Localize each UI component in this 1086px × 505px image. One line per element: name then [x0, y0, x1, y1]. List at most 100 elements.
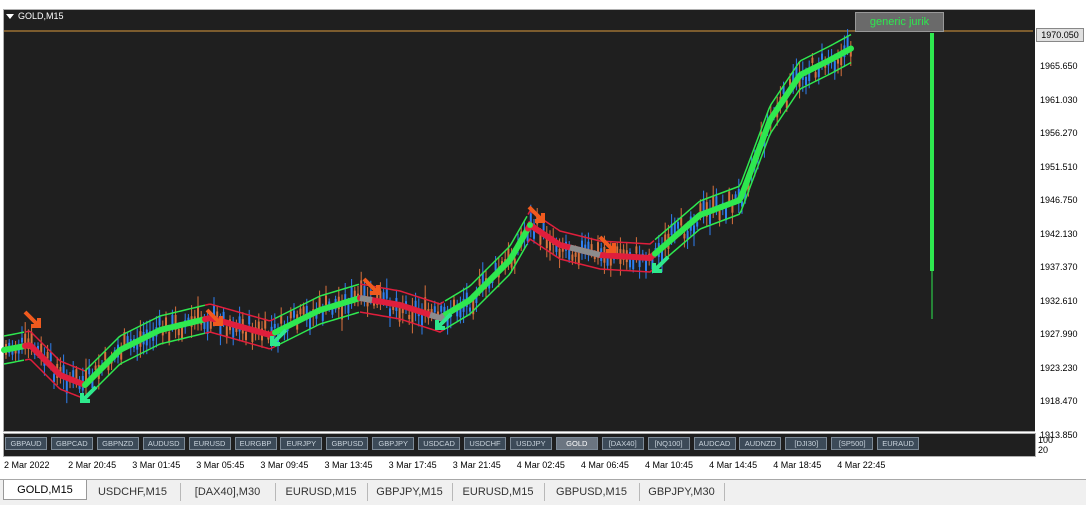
candle-body: [325, 295, 327, 305]
candle-body: [821, 53, 823, 60]
candle-body: [318, 297, 321, 308]
price-level-label: 1937.370: [1040, 262, 1078, 272]
jurik-dot: [704, 209, 710, 216]
jurik-neutral-segment: [429, 311, 446, 322]
candle-body: [53, 374, 55, 383]
candle-body: [542, 223, 545, 231]
symbol-button[interactable]: GOLD: [555, 437, 598, 450]
jurik-dot: [520, 234, 526, 241]
jurik-dot: [753, 154, 759, 161]
symbol-button[interactable]: USDCHF: [464, 437, 506, 450]
symbol-button[interactable]: AUDUSD: [142, 437, 185, 450]
chart-canvas: [1, 29, 1033, 404]
symbol-button[interactable]: GBPNZD: [96, 437, 139, 450]
candle-body: [302, 306, 305, 315]
symbol-button[interactable]: EURGBP: [234, 437, 277, 450]
symbol-button[interactable]: USDCAD: [418, 437, 461, 450]
chart-tab[interactable]: GOLD,M15: [3, 480, 87, 500]
candle-body: [94, 365, 97, 370]
candle-body: [248, 316, 251, 325]
indicator-name-badge[interactable]: generic jurik: [855, 12, 944, 32]
chart-tab[interactable]: GBPJPY,M30: [639, 483, 725, 501]
candle-body: [389, 308, 391, 317]
chart-menu-triangle-icon[interactable]: [6, 13, 14, 19]
jurik-dot: [732, 198, 738, 205]
price-level-label: 1932.610: [1040, 295, 1078, 306]
subpanel-level-label: 100: [1038, 435, 1054, 445]
symbol-button[interactable]: EURAUD: [877, 437, 920, 450]
price-level-label: 1956.270: [1040, 128, 1078, 138]
candle-body: [683, 233, 686, 239]
chart-tab[interactable]: GBPUSD,M15: [544, 483, 640, 501]
symbol-button[interactable]: GBPCAD: [50, 437, 93, 450]
time-label: 4 Mar 22:45: [837, 460, 886, 470]
jurik-dot: [527, 222, 533, 228]
candle-body: [158, 317, 161, 326]
subpanel-level-label: 20: [1038, 445, 1049, 455]
candle-body: [677, 222, 679, 229]
indicator-histogram-bar: [930, 33, 934, 271]
chart-tab[interactable]: EURUSD,M15: [452, 483, 545, 501]
candle-body: [811, 57, 814, 63]
time-label: 2 Mar 20:45: [68, 460, 117, 470]
time-label: 3 Mar 09:45: [260, 460, 309, 470]
candle-body: [21, 337, 23, 343]
candle-body: [104, 351, 107, 361]
chart-tab[interactable]: [DAX40],M30: [180, 483, 276, 501]
price-level-label: 1946.750: [1040, 195, 1078, 205]
candle-body: [814, 72, 817, 78]
symbol-button[interactable]: GBPJPY: [372, 437, 415, 450]
jurik-dot: [697, 212, 703, 218]
jurik-dot: [725, 201, 731, 208]
time-label: 4 Mar 14:45: [709, 460, 758, 470]
chart-tab[interactable]: GBPJPY,M15: [367, 483, 453, 501]
candle-body: [731, 205, 734, 213]
symbol-button[interactable]: GBPUSD: [326, 437, 369, 450]
price-level-label: 1951.510: [1040, 161, 1078, 172]
symbol-button[interactable]: [NQ100]: [647, 437, 690, 450]
time-label: 3 Mar 21:45: [452, 460, 501, 470]
jurik-dot: [739, 191, 745, 198]
chart-symbol-title: GOLD,M15: [6, 11, 64, 21]
jurik-dot: [464, 298, 470, 305]
symbol-button[interactable]: USDJPY: [509, 437, 552, 450]
chart-area[interactable]: GOLD,M15 generic jurik 1970.050 1965.650…: [0, 0, 1086, 478]
jurik-center-line: [1, 343, 27, 353]
candle-body: [718, 210, 721, 221]
price-level-label: 1961.030: [1040, 94, 1078, 105]
jurik-dot: [718, 204, 724, 211]
symbol-button[interactable]: AUDNZD: [739, 437, 782, 450]
chart-tab[interactable]: USDCHF,M15: [85, 483, 181, 501]
candle-body: [273, 323, 276, 328]
candle-body: [837, 59, 839, 64]
time-label: 4 Mar 10:45: [645, 460, 694, 470]
candle-body: [433, 306, 436, 313]
jurik-dot: [492, 272, 498, 278]
jurik-dot: [513, 246, 519, 253]
time-label: 3 Mar 13:45: [324, 460, 373, 470]
jurik-dot: [506, 258, 512, 264]
candle-body: [712, 195, 715, 209]
chart-symbol-text: GOLD,M15: [18, 11, 64, 21]
candle-body: [478, 279, 481, 286]
candle-body: [49, 352, 52, 362]
current-price-label: 1970.050: [1036, 28, 1084, 42]
jurik-dot: [457, 303, 463, 309]
symbol-button[interactable]: EURUSD: [188, 437, 231, 450]
symbol-button[interactable]: [DJI30]: [785, 437, 828, 450]
candle-body: [299, 308, 302, 315]
candle-body: [408, 314, 411, 320]
symbol-button[interactable]: GBPAUD: [5, 437, 47, 450]
price-level-label: 1942.130: [1040, 228, 1078, 239]
candle-body: [177, 329, 180, 336]
symbol-button[interactable]: AUDCAD: [693, 437, 736, 450]
symbol-button[interactable]: EURJPY: [280, 437, 323, 450]
jurik-neutral-segment: [359, 295, 373, 304]
chart-tab[interactable]: EURUSD,M15: [275, 483, 368, 501]
symbol-button[interactable]: [DAX40]: [601, 437, 644, 450]
jurik-upper-band: [3, 331, 25, 337]
jurik-dot: [746, 173, 752, 179]
candle-body: [574, 252, 577, 257]
symbol-button[interactable]: [SP500]: [831, 437, 874, 450]
time-label: 4 Mar 06:45: [580, 460, 629, 470]
